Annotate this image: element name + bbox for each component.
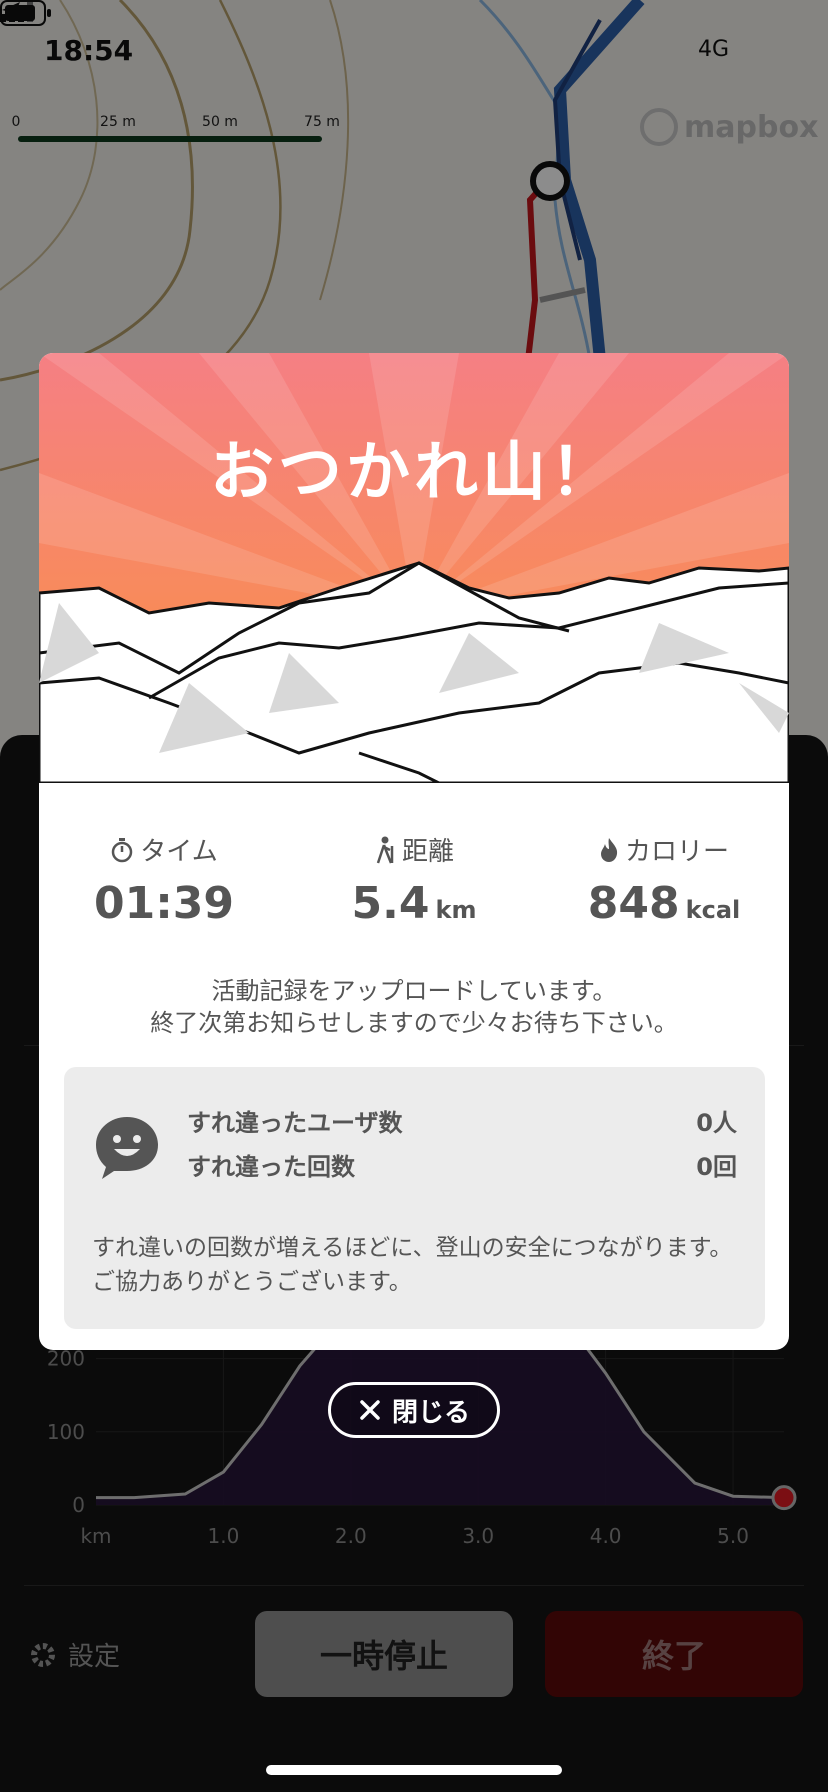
activity-stats: タイム 01:39 距離 5.4 km カロリー 848 kcal xyxy=(39,831,789,941)
close-button[interactable]: 閉じる xyxy=(328,1382,500,1438)
stat-label: タイム xyxy=(140,837,218,867)
stat-label: 距離 xyxy=(401,837,454,867)
summary-modal: おつかれ山！ タイム 01:39 距離 5.4 km カロリー 848 kcal… xyxy=(39,353,789,1350)
mountain-illustration xyxy=(39,353,789,783)
smiley-bubble-icon xyxy=(96,1117,158,1179)
stat-value: 01:39 xyxy=(93,878,235,929)
home-indicator xyxy=(266,1765,562,1775)
stat-calories: カロリー 848 kcal xyxy=(539,831,789,929)
stopwatch-icon xyxy=(112,837,133,862)
encounter-box: すれ違ったユーザ数 0人 すれ違った回数 0回 すれ違いの回数が増えるほどに、登… xyxy=(64,1067,765,1329)
stat-label: カロリー xyxy=(624,837,729,867)
close-icon xyxy=(360,1400,380,1420)
stat-time: タイム 01:39 xyxy=(39,831,289,929)
hiker-icon xyxy=(376,836,394,863)
encounter-users-label: すれ違ったユーザ数 xyxy=(187,1109,403,1137)
flame-icon xyxy=(600,837,618,862)
stat-distance: 距離 5.4 km xyxy=(289,831,539,929)
upload-message-line: 活動記録をアップロードしています。 xyxy=(211,977,617,1005)
stat-value: 5.4 xyxy=(351,878,430,929)
encounter-note: すれ違いの回数が増えるほどに、登山の安全につながります。ご協力ありがとうございま… xyxy=(92,1235,733,1295)
encounter-count-label: すれ違った回数 xyxy=(187,1153,355,1181)
upload-message: 活動記録をアップロードしています。 終了次第お知らせしますので少々お待ち下さい。 xyxy=(39,975,789,1039)
encounter-count-row: すれ違った回数 0回 xyxy=(187,1147,737,1182)
stat-value: 848 xyxy=(587,878,680,929)
encounter-users-value: 0人 xyxy=(696,1109,737,1137)
modal-title: おつかれ山！ xyxy=(210,436,618,510)
stat-unit: km xyxy=(435,896,477,924)
encounter-users-row: すれ違ったユーザ数 0人 xyxy=(187,1103,737,1138)
close-label: 閉じる xyxy=(391,1397,470,1428)
encounter-count-value: 0回 xyxy=(696,1153,737,1181)
stat-unit: kcal xyxy=(685,896,741,924)
upload-message-line: 終了次第お知らせしますので少々お待ち下さい。 xyxy=(150,1009,678,1037)
